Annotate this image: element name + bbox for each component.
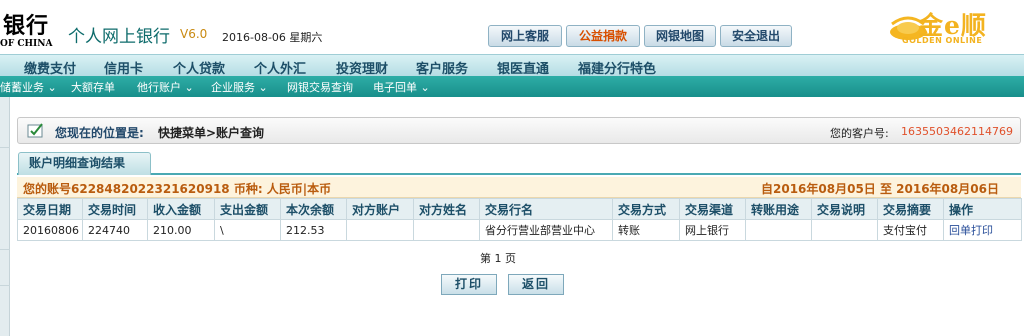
- subnav-item-savings[interactable]: 储蓄业务 ⌄: [0, 79, 57, 95]
- golden-logo-sub: GOLDEN ONLINE: [902, 36, 983, 45]
- sidebar-divider: [0, 249, 10, 250]
- col-header-date: 交易日期: [17, 198, 83, 220]
- col-header-income: 收入金额: [147, 198, 215, 220]
- bank-logo: 银行 OF CHINA: [0, 6, 60, 50]
- breadcrumb: 快捷菜单>账户查询: [158, 126, 265, 140]
- col-header-balance: 本次余额: [280, 198, 347, 220]
- golden-online-logo: 金e顺 GOLDEN ONLINE: [888, 6, 1018, 50]
- cell-counter-account: [346, 219, 414, 241]
- col-header-purpose: 转账用途: [745, 198, 812, 220]
- nav-item-personal-loan[interactable]: 个人贷款: [173, 58, 225, 77]
- subnav-item-e-receipt[interactable]: 电子回单 ⌄: [373, 79, 430, 95]
- col-header-summary: 交易摘要: [877, 198, 944, 220]
- location-bar: 您现在的位置是: 快捷菜单>账户查询 您的客户号: 16355034621147…: [17, 117, 1021, 144]
- nav-item-forex[interactable]: 个人外汇: [254, 58, 306, 77]
- online-service-button[interactable]: 网上客服: [488, 25, 562, 47]
- nav-item-medical[interactable]: 银医直通: [497, 58, 549, 77]
- customer-no: 1635503462114769: [901, 125, 1013, 138]
- main-nav: 缴费支付 信用卡 个人贷款 个人外汇 投资理财 客户服务 银医直通 福建分行特色: [0, 54, 1024, 77]
- table-row: 20160806 224740 210.00 \ 212.53 省分行营业部营业…: [17, 219, 1022, 241]
- back-button[interactable]: 返回: [508, 274, 564, 295]
- bank-name: 银行: [3, 13, 50, 39]
- left-sidebar-strip: [0, 97, 10, 336]
- app-version: V6.0: [180, 27, 208, 41]
- nav-item-fujian-branch[interactable]: 福建分行特色: [578, 58, 656, 77]
- account-info-bar: 您的账号6228482022321620918 币种: 人民币|本币 自2016…: [17, 177, 1021, 198]
- table-header-row: 交易日期 交易时间 收入金额 支出金额 本次余额 对方账户 对方姓名 交易行名 …: [17, 198, 1022, 220]
- transactions-table: 交易日期 交易时间 收入金额 支出金额 本次余额 对方账户 对方姓名 交易行名 …: [17, 198, 1022, 241]
- subnav-item-enterprise[interactable]: 企业服务 ⌄: [211, 79, 268, 95]
- subnav-item-large-deposit[interactable]: 大额存单: [71, 79, 115, 95]
- result-tab-strip: 账户明细查询结果: [17, 152, 1021, 175]
- cell-date: 20160806: [17, 219, 83, 241]
- location-pin-icon: [27, 123, 43, 138]
- col-header-bank-name: 交易行名: [479, 198, 613, 220]
- subnav-item-other-bank[interactable]: 他行账户 ⌄: [137, 79, 194, 95]
- location-label: 您现在的位置是:: [55, 126, 144, 140]
- tab-account-detail[interactable]: 账户明细查询结果: [18, 152, 151, 175]
- cell-counter-name: [413, 219, 480, 241]
- bank-map-button[interactable]: 网银地图: [644, 25, 716, 47]
- bank-name-en: OF CHINA: [0, 39, 53, 49]
- logout-button[interactable]: 安全退出: [720, 25, 792, 47]
- cell-summary: 支付宝付: [877, 219, 944, 241]
- print-receipt-link[interactable]: 回单打印: [943, 219, 1022, 241]
- header: 银行 OF CHINA 个人网上银行 V6.0 2016-08-06 星期六 网…: [0, 0, 1024, 54]
- page-indicator: 第 1 页: [480, 252, 516, 265]
- col-header-channel: 交易渠道: [679, 198, 746, 220]
- subnav-item-tx-query[interactable]: 网银交易查询: [287, 79, 353, 95]
- cell-channel: 网上银行: [679, 219, 746, 241]
- nav-item-investment[interactable]: 投资理财: [336, 58, 388, 77]
- col-header-description: 交易说明: [811, 198, 878, 220]
- sidebar-divider: [0, 285, 10, 286]
- col-header-expense: 支出金额: [214, 198, 281, 220]
- nav-item-payment[interactable]: 缴费支付: [24, 58, 76, 77]
- col-header-counter-name: 对方姓名: [413, 198, 480, 220]
- col-header-action: 操作: [943, 198, 1022, 220]
- account-number: 您的账号6228482022321620918 币种: 人民币|本币: [23, 182, 332, 196]
- cell-time: 224740: [82, 219, 148, 241]
- customer-no-label: 您的客户号:: [830, 127, 889, 140]
- col-header-time: 交易时间: [82, 198, 148, 220]
- cell-description: [811, 219, 878, 241]
- col-header-method: 交易方式: [612, 198, 680, 220]
- cell-purpose: [745, 219, 812, 241]
- cell-income: 210.00: [147, 219, 215, 241]
- sidebar-divider: [0, 147, 10, 148]
- col-header-counter-account: 对方账户: [346, 198, 414, 220]
- print-button[interactable]: 打印: [441, 274, 497, 295]
- date-range: 自2016年08月05日 至 2016年08月06日: [761, 182, 999, 196]
- app-title: 个人网上银行: [68, 27, 170, 47]
- charity-donation-button[interactable]: 公益捐款: [566, 25, 640, 47]
- cell-expense: \: [214, 219, 281, 241]
- nav-item-credit-card[interactable]: 信用卡: [104, 58, 143, 77]
- nav-item-customer-service[interactable]: 客户服务: [416, 58, 468, 77]
- cell-method: 转账: [612, 219, 680, 241]
- cell-balance: 212.53: [280, 219, 347, 241]
- cell-bank-name: 省分行营业部营业中心: [479, 219, 613, 241]
- current-date: 2016-08-06 星期六: [222, 31, 323, 44]
- sub-nav: 储蓄业务 ⌄ 大额存单 他行账户 ⌄ 企业服务 ⌄ 网银交易查询 电子回单 ⌄: [0, 76, 1024, 97]
